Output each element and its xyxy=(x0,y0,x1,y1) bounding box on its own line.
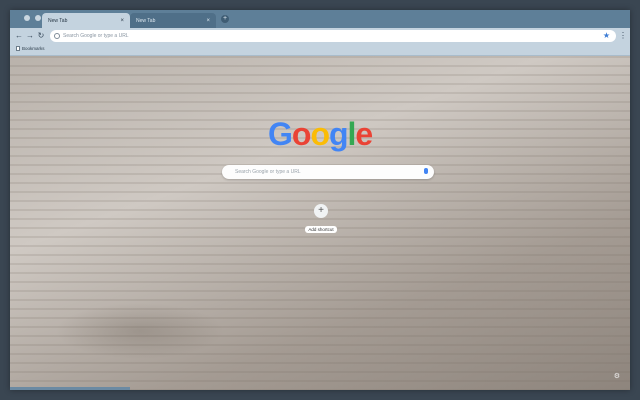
bookmark-item[interactable]: Bookmarks xyxy=(16,46,45,51)
add-shortcut-label: Add shortcut xyxy=(305,226,337,233)
forward-icon[interactable]: → xyxy=(25,31,35,41)
tab-new-tab-active[interactable]: New Tab × xyxy=(42,13,130,28)
bottom-frame-edge xyxy=(10,387,130,390)
folder-icon xyxy=(16,46,20,51)
close-icon[interactable]: × xyxy=(120,18,124,24)
logo-letter: e xyxy=(355,116,373,152)
customize-gear-icon[interactable]: ⚙ xyxy=(614,372,620,380)
bookmark-label: Bookmarks xyxy=(22,46,45,51)
omnibox-input[interactable]: Search Google or type a URL ★ xyxy=(50,30,616,42)
logo-letter: o xyxy=(310,116,330,152)
google-logo: Google xyxy=(268,116,373,153)
search-input[interactable]: Search Google or type a URL xyxy=(222,165,434,179)
bookmark-star-icon[interactable]: ★ xyxy=(603,30,610,42)
logo-letter: G xyxy=(268,116,293,152)
back-icon[interactable]: ← xyxy=(14,31,24,41)
new-tab-page: Google Search Google or type a URL + Add… xyxy=(10,56,630,390)
search-placeholder: Search Google or type a URL xyxy=(235,169,301,175)
browser-window: New Tab × New Tab × + ← → ↻ Search Googl… xyxy=(10,10,630,390)
logo-letter: o xyxy=(291,116,312,152)
new-tab-button[interactable]: + xyxy=(221,15,229,23)
bookmarks-bar: Bookmarks xyxy=(10,44,630,56)
menu-icon[interactable]: ⋮ xyxy=(619,31,627,41)
omnibox-placeholder: Search Google or type a URL xyxy=(63,33,129,39)
close-window-button[interactable] xyxy=(24,15,30,21)
tab-strip: New Tab × New Tab × + xyxy=(10,10,630,28)
microphone-icon[interactable] xyxy=(424,168,428,174)
add-shortcut-button[interactable]: + Add shortcut xyxy=(302,204,340,236)
reload-icon[interactable]: ↻ xyxy=(36,31,46,41)
google-g-icon xyxy=(54,33,60,39)
close-icon[interactable]: × xyxy=(206,18,210,24)
tab-title: New Tab xyxy=(48,17,68,24)
minimize-window-button[interactable] xyxy=(35,15,41,21)
toolbar: ← → ↻ Search Google or type a URL ★ ⋮ xyxy=(10,28,630,44)
plus-icon: + xyxy=(314,204,328,218)
logo-letter: g xyxy=(328,116,349,152)
tab-title: New Tab xyxy=(136,17,156,24)
tab-new-tab-inactive[interactable]: New Tab × xyxy=(130,13,216,28)
